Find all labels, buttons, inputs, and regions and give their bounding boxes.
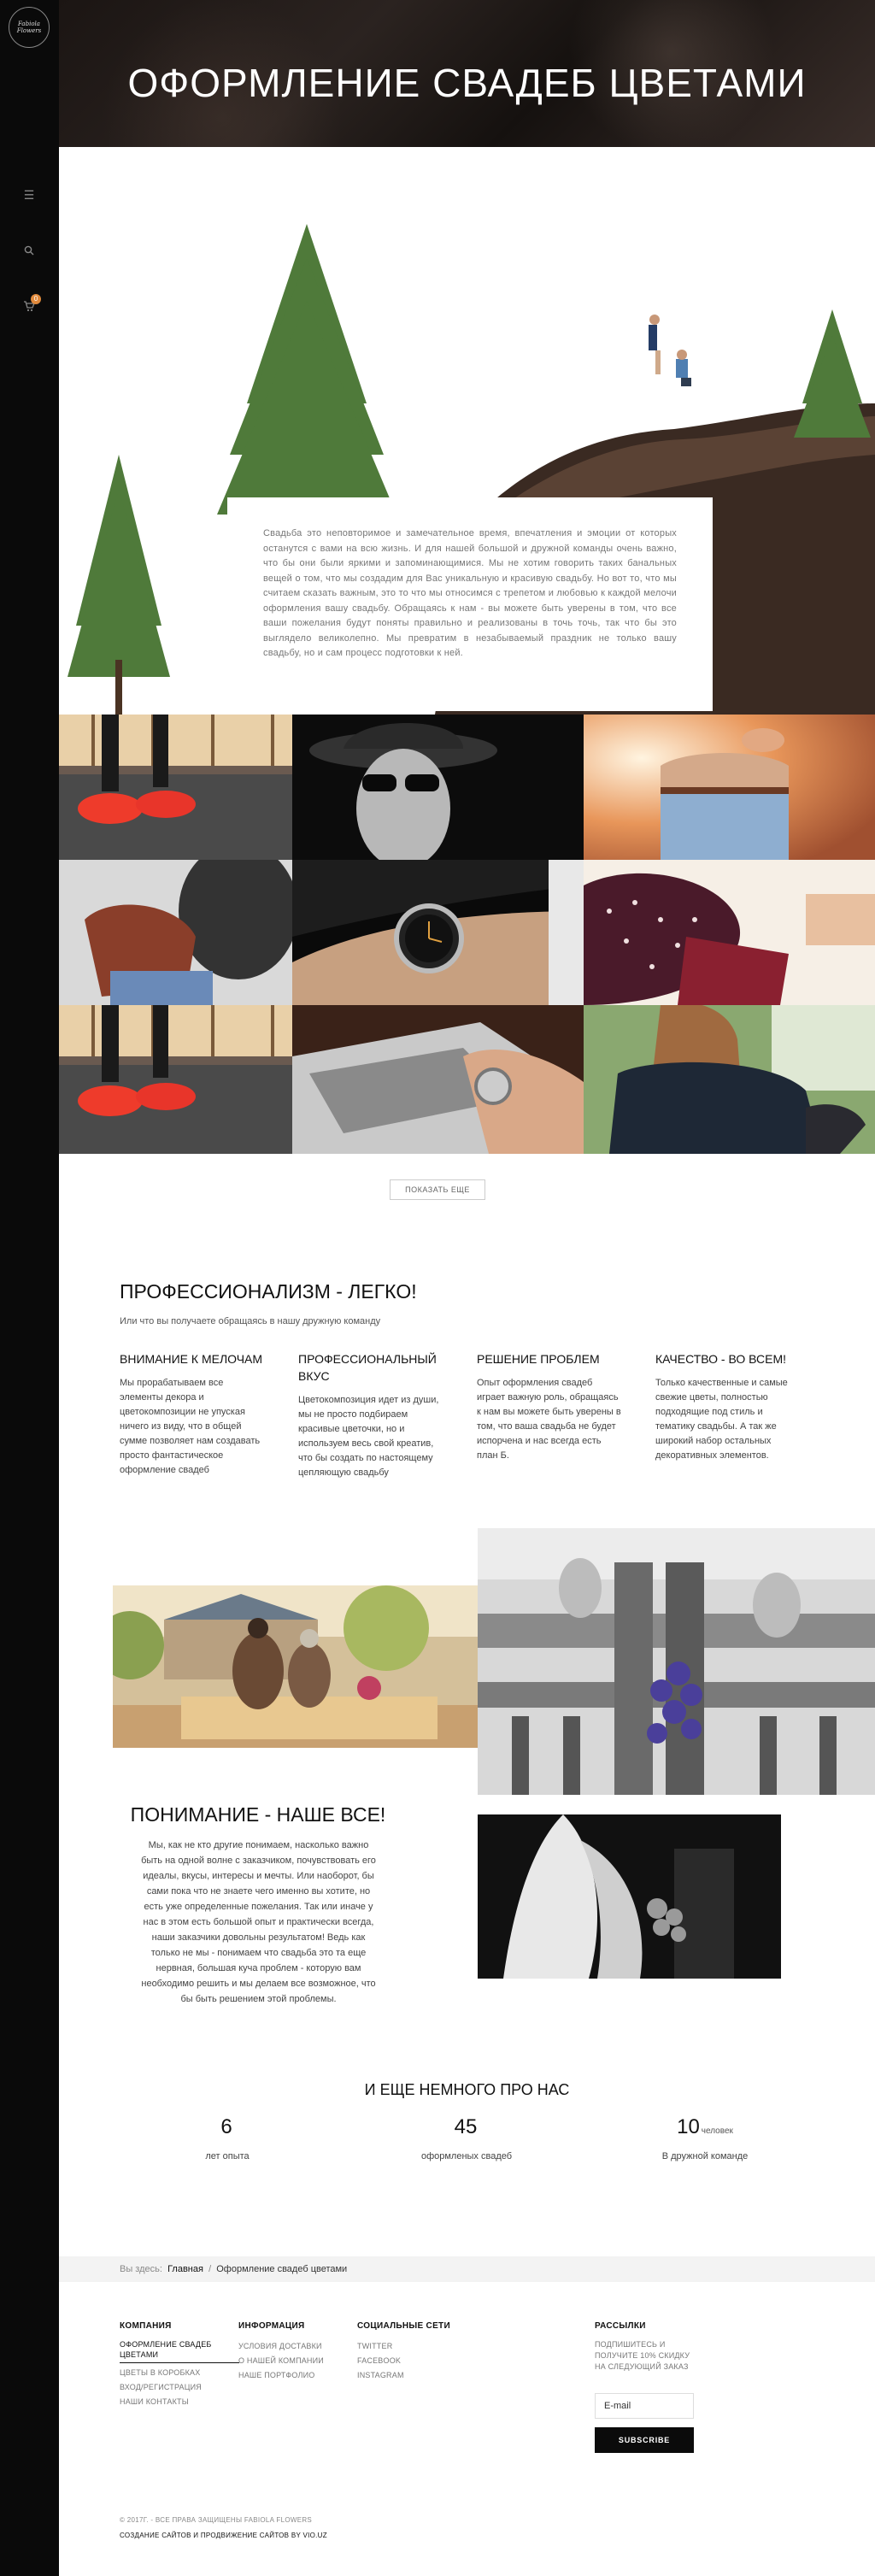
footer-heading: ИНФОРМАЦИЯ	[238, 2321, 305, 2331]
gallery-tile-leather-jacket[interactable]	[584, 1005, 875, 1154]
site-logo[interactable]: Fabiola Flowers	[9, 7, 50, 48]
subscribe-button[interactable]: SUBSCRIBE	[595, 2427, 694, 2453]
search-icon[interactable]	[21, 243, 38, 260]
footer-info-column: ИНФОРМАЦИЯ УСЛОВИЯ ДОСТАВКИ О НАШЕЙ КОМП…	[238, 2321, 358, 2383]
breadcrumb-separator: /	[208, 2264, 212, 2274]
gallery-tile-jeans-hands[interactable]	[584, 715, 875, 860]
feature-column-quality: КАЧЕСТВО - ВО ВСЕМ! Только качественные …	[655, 1350, 801, 1463]
pro-section-title: ПРОФЕССИОНАЛИЗМ - ЛЕГКО!	[120, 1280, 417, 1303]
couple-on-bench-image	[113, 1585, 478, 1748]
newsletter-email-field[interactable]	[595, 2393, 694, 2419]
footer-link-contacts[interactable]: НАШИ КОНТАКТЫ	[120, 2395, 239, 2409]
copyright-text: © 2017Г. - ВСЕ ПРАВА ЗАЩИЩЕНЫ FABIOLA FL…	[120, 2516, 313, 2524]
stat-label: оформленых свадеб	[420, 2151, 513, 2161]
feature-column-taste: ПРОФЕССИОНАЛЬНЫЙ ВКУС Цветокомпозиция ид…	[298, 1350, 443, 1480]
footer-link-login[interactable]: ВХОД/РЕГИСТРАЦИЯ	[120, 2380, 239, 2395]
understanding-text: Мы, как не кто другие понимаем, наскольк…	[141, 1840, 376, 2004]
feature-title: КАЧЕСТВО - ВО ВСЕМ!	[655, 1352, 786, 1366]
footer-link-delivery[interactable]: УСЛОВИЯ ДОСТАВКИ	[238, 2339, 358, 2354]
logo-text: Fabiola Flowers	[16, 21, 42, 34]
stat-label: В дружной команде	[661, 2151, 749, 2161]
feature-title: РЕШЕНИЕ ПРОБЛЕМ	[477, 1352, 600, 1366]
footer-link-about[interactable]: О НАШЕЙ КОМПАНИИ	[238, 2354, 358, 2368]
cart-icon[interactable]: 0	[21, 294, 41, 316]
newsletter-text: ПОДПИШИТЕСЬ И ПОЛУЧИТЕ 10% СКИДКУ НА СЛЕ…	[595, 2340, 690, 2371]
stat-number: 45	[454, 2115, 478, 2138]
photo-gallery	[59, 715, 875, 1154]
footer-link-flower-boxes[interactable]: ЦВЕТЫ В КОРОБКАХ	[120, 2366, 239, 2380]
gallery-tile-leather-gloves[interactable]	[59, 860, 292, 1005]
stat-unit: человек	[701, 2126, 733, 2136]
sidebar: Fabiola Flowers ☰ 0	[0, 0, 59, 2576]
footer-newsletter-column: РАССЫЛКИ ПОДПИШИТЕСЬ И ПОЛУЧИТЕ 10% СКИД…	[595, 2321, 697, 2373]
menu-icon[interactable]: ☰	[21, 186, 38, 203]
fence-flowers-image	[478, 1528, 875, 1795]
feature-text: Мы прорабатываем все элементы декора и ц…	[120, 1378, 261, 1475]
gallery-tile-polka-dot-bag[interactable]	[584, 860, 875, 1005]
page-title: ОФОРМЛЕНИЕ СВАДЕБ ЦВЕТАМИ	[127, 61, 807, 105]
footer-link-portfolio[interactable]: НАШЕ ПОРТФОЛИО	[238, 2368, 358, 2383]
intro-section: Свадьба это неповторимое и замечательное…	[59, 147, 875, 715]
feature-text: Цветокомпозиция идет из души, мы не прос…	[298, 1395, 439, 1478]
stats-title: И ЕЩЕ НЕМНОГО ПРО НАС	[364, 2081, 570, 2098]
breadcrumb: Вы здесь: Главная / Оформление свадеб цв…	[120, 2264, 347, 2274]
hero-banner: ОФОРМЛЕНИЕ СВАДЕБ ЦВЕТАМИ	[59, 0, 875, 147]
stat-number: 10	[677, 2115, 700, 2138]
intro-paragraph: Свадьба это неповторимое и замечательное…	[263, 528, 677, 658]
footer-heading: РАССЫЛКИ	[595, 2321, 646, 2331]
breadcrumb-prefix: Вы здесь:	[120, 2264, 162, 2274]
cart-count-badge: 0	[31, 294, 41, 304]
footer-link-wedding-decor[interactable]: ОФОРМЛЕНИЕ СВАДЕБ ЦВЕТАМИ	[120, 2339, 239, 2363]
gallery-tile-hat-sunglasses[interactable]	[292, 715, 584, 860]
understanding-title: ПОНИМАНИЕ - НАШЕ ВСЕ!	[130, 1803, 386, 1826]
feature-text: Опыт оформления свадеб играет важную рол…	[477, 1378, 621, 1461]
feature-column-details: ВНИМАНИЕ К МЕЛОЧАМ Мы прорабатываем все …	[120, 1350, 265, 1478]
footer-heading: КОМПАНИЯ	[120, 2321, 172, 2331]
footer-company-column: КОМПАНИЯ ОФОРМЛЕНИЕ СВАДЕБ ЦВЕТАМИ ЦВЕТЫ…	[120, 2321, 239, 2409]
gallery-tile-wristwatch[interactable]	[292, 860, 584, 1005]
stat-team: 10 человек В дружной команде	[611, 2115, 799, 2161]
pro-section-subtitle: Или что вы получаете обращаясь в нашу др…	[120, 1316, 381, 1326]
stat-years: 6 лет опыта	[133, 2115, 321, 2161]
gallery-tile-red-sneakers-2[interactable]	[59, 1005, 292, 1154]
footer-social-column: СОЦИАЛЬНЫЕ СЕТИ TWITTER FACEBOOK INSTAGR…	[357, 2321, 477, 2383]
feature-text: Только качественные и самые свежие цветы…	[655, 1378, 788, 1461]
stat-number: 6	[220, 2115, 232, 2138]
footer-link-instagram[interactable]: INSTAGRAM	[357, 2368, 477, 2383]
feature-title: ВНИМАНИЕ К МЕЛОЧАМ	[120, 1352, 263, 1366]
feature-column-problems: РЕШЕНИЕ ПРОБЛЕМ Опыт оформления свадеб и…	[477, 1350, 622, 1463]
gallery-tile-red-sneakers[interactable]	[59, 715, 292, 860]
stat-weddings: 45 оформленых свадеб	[373, 2115, 561, 2161]
footer-heading: СОЦИАЛЬНЫЕ СЕТИ	[357, 2321, 450, 2331]
show-more-button[interactable]: ПОКАЗАТЬ ЕЩЕ	[390, 1179, 485, 1200]
feature-title: ПРОФЕССИОНАЛЬНЫЙ ВКУС	[298, 1352, 437, 1383]
footer-link-twitter[interactable]: TWITTER	[357, 2339, 477, 2354]
breadcrumb-home-link[interactable]: Главная	[167, 2264, 203, 2274]
breadcrumb-current: Оформление свадеб цветами	[216, 2264, 348, 2274]
developer-credit-link[interactable]: СОЗДАНИЕ САЙТОВ И ПРОДВИЖЕНИЕ САЙТОВ BY …	[120, 2532, 327, 2539]
breadcrumb-bar: Вы здесь: Главная / Оформление свадеб цв…	[59, 2256, 875, 2282]
stat-label: лет опыта	[205, 2151, 250, 2161]
gallery-tile-laptop-watch[interactable]	[292, 1005, 584, 1154]
intro-text-card: Свадьба это неповторимое и замечательное…	[227, 497, 713, 711]
bride-bouquet-image	[478, 1814, 781, 1979]
footer-link-facebook[interactable]: FACEBOOK	[357, 2354, 477, 2368]
